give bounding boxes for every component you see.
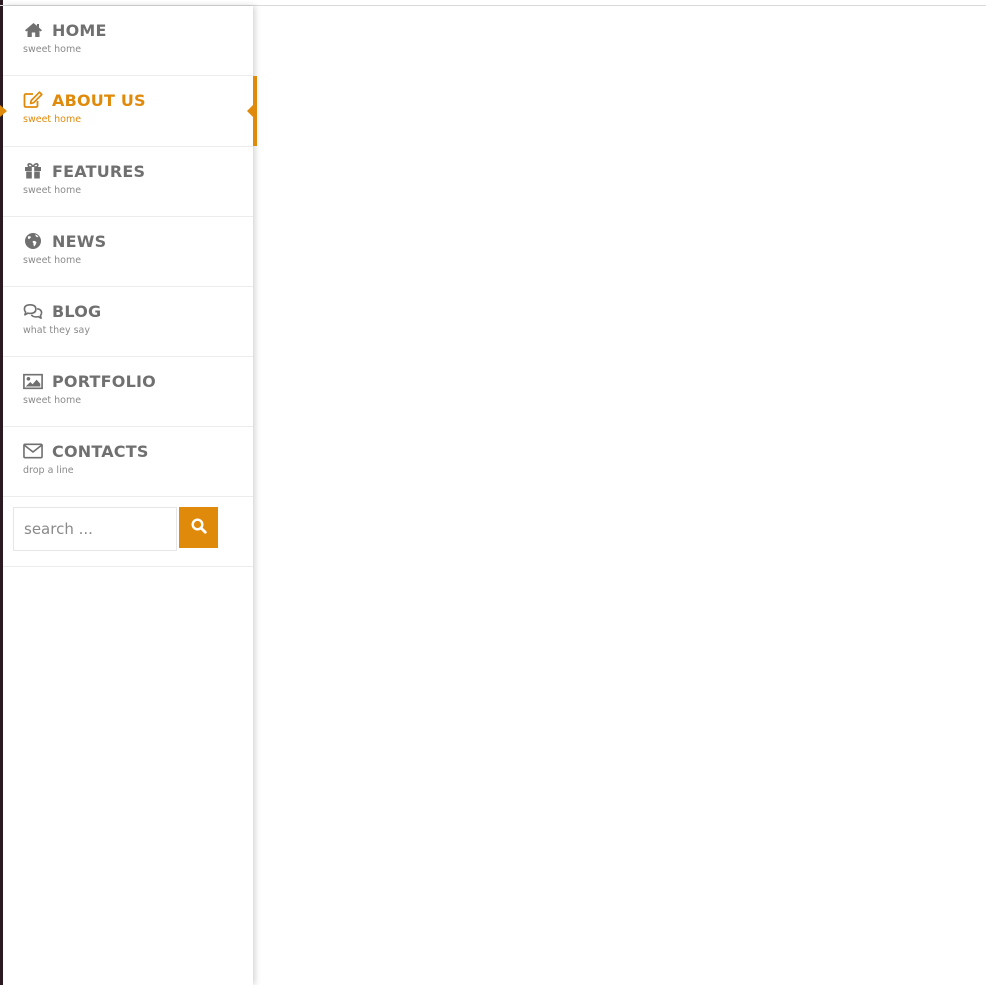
gift-icon [23,162,43,180]
nav-item-subtitle: sweet home [23,44,82,55]
nav-item-features[interactable]: FEATURES sweet home [3,147,253,217]
nav-item-subtitle: sweet home [23,114,82,125]
nav-item-label: ABOUT US [52,90,146,110]
nav-item-label: NEWS [52,231,107,251]
nav-item-contacts[interactable]: CONTACTS drop a line [3,427,253,497]
nav-item-label: FEATURES [52,161,146,181]
nav-item-home[interactable]: HOME sweet home [3,6,253,76]
image-icon [23,372,43,390]
nav-item-label: PORTFOLIO [52,371,156,391]
search-icon [190,518,207,537]
search-button[interactable] [179,507,218,548]
nav-item-subtitle: drop a line [23,465,74,476]
nav-item-blog[interactable]: BLOG what they say [3,287,253,357]
home-icon [23,21,43,39]
search-box [13,507,177,551]
nav-item-subtitle: sweet home [23,395,82,406]
envelope-icon [23,442,43,460]
sidebar-menu: HOME sweet home ABOUT US sweet home FEAT… [0,6,257,985]
search-input[interactable] [14,508,176,550]
nav-item-subtitle: what they say [23,325,90,336]
nav-item-subtitle: sweet home [23,255,82,266]
nav-item-subtitle: sweet home [23,185,82,196]
nav-item-label: CONTACTS [52,441,149,461]
globe-icon [23,232,43,250]
active-indicator-left [0,105,7,117]
search-form [3,497,253,567]
edit-icon [23,91,43,109]
nav-item-label: BLOG [52,301,102,321]
comments-icon [23,302,43,320]
nav-item-about-us[interactable]: ABOUT US sweet home [0,76,257,147]
nav-item-news[interactable]: NEWS sweet home [3,217,253,287]
nav-item-portfolio[interactable]: PORTFOLIO sweet home [3,357,253,427]
active-indicator-bar [253,76,257,146]
nav-item-label: HOME [52,20,107,40]
